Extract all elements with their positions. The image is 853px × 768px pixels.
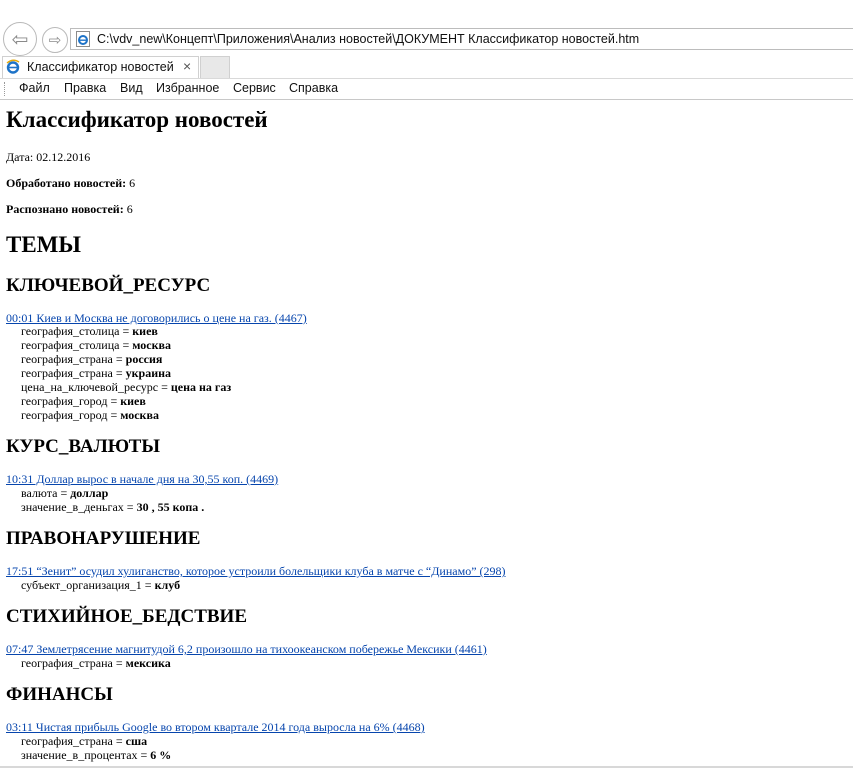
section-heading: СТИХИЙНОЕ_БЕДСТВИЕ bbox=[6, 606, 248, 627]
address-bar-area: ⇦ ⇨ C:\vdv_new\Концепт\Приложения\Анализ… bbox=[0, 0, 853, 56]
attribute-row: значение_в_деньгах = 30 , 55 копа . bbox=[21, 500, 205, 514]
news-link[interactable]: 07:47 Землетрясение магнитудой 6,2 произ… bbox=[6, 642, 487, 657]
themes-heading: ТЕМЫ bbox=[6, 232, 81, 257]
menu-view[interactable]: Вид bbox=[120, 81, 143, 95]
attribute-row: география_страна = украина bbox=[21, 366, 172, 380]
url-text: C:\vdv_new\Концепт\Приложения\Анализ нов… bbox=[97, 32, 640, 46]
date-label: Дата: bbox=[6, 150, 34, 164]
ie-document-icon bbox=[76, 31, 90, 47]
date-line: Дата: 02.12.2016 bbox=[6, 150, 90, 165]
tab-active[interactable]: Классификатор новостей × bbox=[2, 56, 199, 78]
forward-button[interactable]: ⇨ bbox=[42, 27, 68, 53]
news-link[interactable]: 17:51 “Зенит” осудил хулиганство, которо… bbox=[6, 564, 506, 579]
attribute-row: география_страна = мексика bbox=[21, 656, 171, 670]
section-heading: ФИНАНСЫ bbox=[6, 684, 113, 705]
page-title: Классификатор новостей bbox=[6, 107, 268, 132]
attribute-row: субъект_организация_1 = клуб bbox=[21, 578, 181, 592]
recognized-label: Распознано новостей: bbox=[6, 202, 124, 216]
attribute-row: география_страна = россия bbox=[21, 352, 163, 366]
attribute-row: валюта = доллар bbox=[21, 486, 109, 500]
close-icon[interactable]: × bbox=[183, 58, 191, 74]
section-heading: ПРАВОНАРУШЕНИЕ bbox=[6, 528, 201, 549]
arrow-left-icon: ⇦ bbox=[11, 28, 29, 51]
attribute-row: география_город = киев bbox=[21, 394, 146, 408]
news-link[interactable]: 10:31 Доллар вырос в начале дня на 30,55… bbox=[6, 472, 278, 487]
recognized-value: 6 bbox=[126, 202, 133, 216]
menu-tools[interactable]: Сервис bbox=[233, 81, 276, 95]
processed-line: Обработано новостей: 6 bbox=[6, 176, 135, 191]
processed-value: 6 bbox=[129, 176, 136, 190]
attribute-row: география_столица = киев bbox=[21, 324, 158, 338]
menu-file[interactable]: Файл bbox=[19, 81, 50, 95]
attribute-row: география_страна = сша bbox=[21, 734, 148, 748]
tab-title: Классификатор новостей bbox=[27, 60, 174, 74]
recognized-line: Распознано новостей: 6 bbox=[6, 202, 133, 217]
attribute-row: значение_в_процентах = 6 % bbox=[21, 748, 172, 762]
processed-label: Обработано новостей: bbox=[6, 176, 127, 190]
address-field[interactable]: C:\vdv_new\Концепт\Приложения\Анализ нов… bbox=[70, 28, 853, 50]
section-heading: КЛЮЧЕВОЙ_РЕСУРС bbox=[6, 275, 211, 296]
new-tab-button[interactable] bbox=[200, 56, 230, 78]
tab-strip: Классификатор новостей × bbox=[0, 56, 853, 79]
menu-edit[interactable]: Правка bbox=[64, 81, 106, 95]
section-heading: КУРС_ВАЛЮТЫ bbox=[6, 436, 161, 457]
attribute-row: география_город = москва bbox=[21, 408, 159, 422]
menu-bar: Файл Правка Вид Избранное Сервис Справка bbox=[0, 79, 853, 100]
menu-help[interactable]: Справка bbox=[289, 81, 338, 95]
attribute-row: география_столица = москва bbox=[21, 338, 171, 352]
news-link[interactable]: 03:11 Чистая прибыль Google во втором кв… bbox=[6, 720, 425, 735]
date-value: 02.12.2016 bbox=[36, 150, 91, 164]
menu-favorites[interactable]: Избранное bbox=[156, 81, 219, 95]
arrow-right-icon: ⇨ bbox=[48, 32, 62, 49]
attribute-row: цена_на_ключевой_ресурс = цена на газ bbox=[21, 380, 232, 394]
back-button[interactable]: ⇦ bbox=[3, 22, 37, 56]
menu-grip bbox=[4, 82, 7, 96]
ie-icon bbox=[6, 59, 20, 74]
